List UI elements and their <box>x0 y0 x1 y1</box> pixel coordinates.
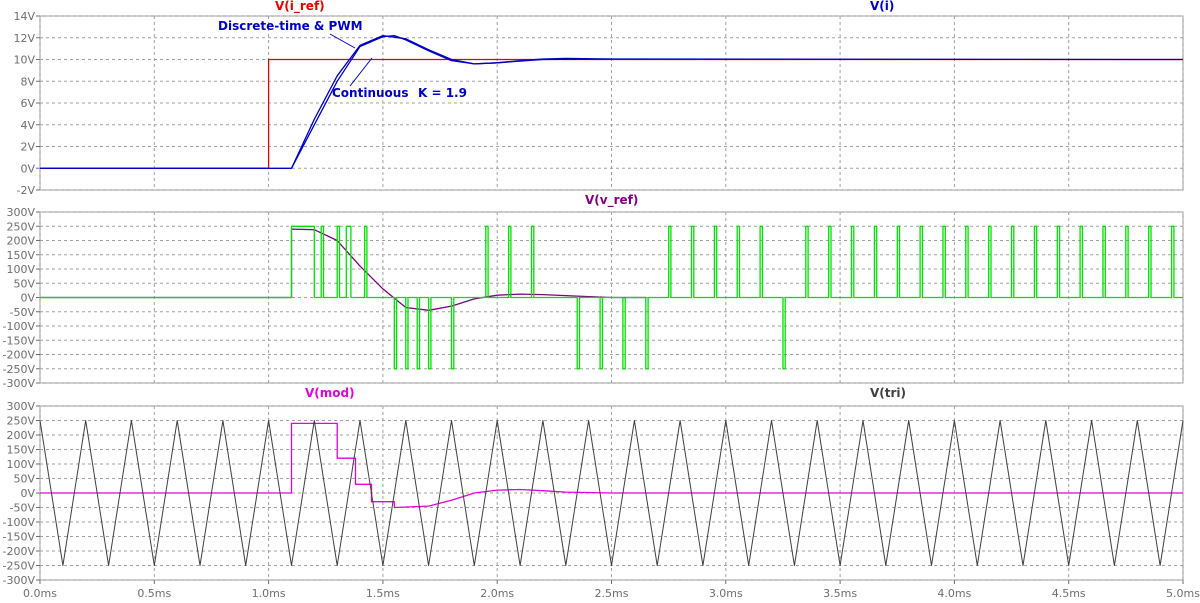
trace-1-1 <box>40 225 1183 370</box>
ytick-label: -250V <box>3 560 36 573</box>
ytick-label: 0V <box>20 162 35 175</box>
ytick-label: 300V <box>6 206 35 219</box>
xtick-label: 1.5ms <box>366 587 400 600</box>
ytick-label: 250V <box>6 220 35 233</box>
ytick-label: 0V <box>20 487 35 500</box>
xtick-label: 4.0ms <box>937 587 971 600</box>
ytick-label: 100V <box>6 263 35 276</box>
ytick-label: -150V <box>3 531 36 544</box>
ytick-label: 50V <box>13 473 35 486</box>
ytick-label: 50V <box>13 277 35 290</box>
series-label: V(tri) <box>870 386 906 400</box>
ytick-label: -200V <box>3 349 36 362</box>
ytick-label: -50V <box>10 502 36 515</box>
ytick-label: 6V <box>20 97 35 110</box>
ytick-label: -2V <box>17 184 36 197</box>
annotation-pointer <box>329 33 356 49</box>
ytick-label: 8V <box>20 75 35 88</box>
annotation-continuous: Continuous <box>332 86 408 100</box>
ytick-label: 14V <box>13 10 35 23</box>
xtick-label: 0.0ms <box>23 587 57 600</box>
series-label: V(i) <box>870 0 894 13</box>
ytick-label: 150V <box>6 444 35 457</box>
annotation-gain: K = 1.9 <box>418 86 467 100</box>
ytick-label: -300V <box>3 377 36 390</box>
ytick-label: 12V <box>13 32 35 45</box>
ytick-label: 200V <box>6 429 35 442</box>
ytick-label: 10V <box>13 54 35 67</box>
ytick-label: 250V <box>6 415 35 428</box>
waveform-viewer: 14V12V10V8V6V4V2V0V-2V300V250V200V150V10… <box>3 0 1200 600</box>
series-label: V(i_ref) <box>275 0 325 14</box>
ytick-label: -200V <box>3 545 36 558</box>
xtick-label: 0.5ms <box>137 587 171 600</box>
xtick-label: 5.0ms <box>1166 587 1200 600</box>
series-label: V(v_ref) <box>585 193 638 208</box>
xtick-label: 4.5ms <box>1052 587 1086 600</box>
annotation-discrete: Discrete-time & PWM <box>218 19 363 33</box>
ytick-label: 100V <box>6 458 35 471</box>
xtick-label: 2.5ms <box>595 587 629 600</box>
ytick-label: 2V <box>20 141 35 154</box>
annotation-pointer <box>349 57 373 87</box>
xtick-label: 2.0ms <box>480 587 514 600</box>
ytick-label: -50V <box>10 306 36 319</box>
ytick-label: 4V <box>20 119 35 132</box>
ytick-label: 200V <box>6 235 35 248</box>
ytick-label: -300V <box>3 574 36 587</box>
ytick-label: -100V <box>3 516 36 529</box>
xtick-label: 1.0ms <box>252 587 286 600</box>
ytick-label: -150V <box>3 334 36 347</box>
ytick-label: -100V <box>3 320 36 333</box>
ytick-label: 300V <box>6 400 35 413</box>
ytick-label: -250V <box>3 363 36 376</box>
ytick-label: 0V <box>20 292 35 305</box>
series-label: V(mod) <box>305 386 355 400</box>
xtick-label: 3.0ms <box>709 587 743 600</box>
trace-0-2 <box>290 34 612 169</box>
xtick-label: 3.5ms <box>823 587 857 600</box>
ytick-label: 150V <box>6 249 35 262</box>
